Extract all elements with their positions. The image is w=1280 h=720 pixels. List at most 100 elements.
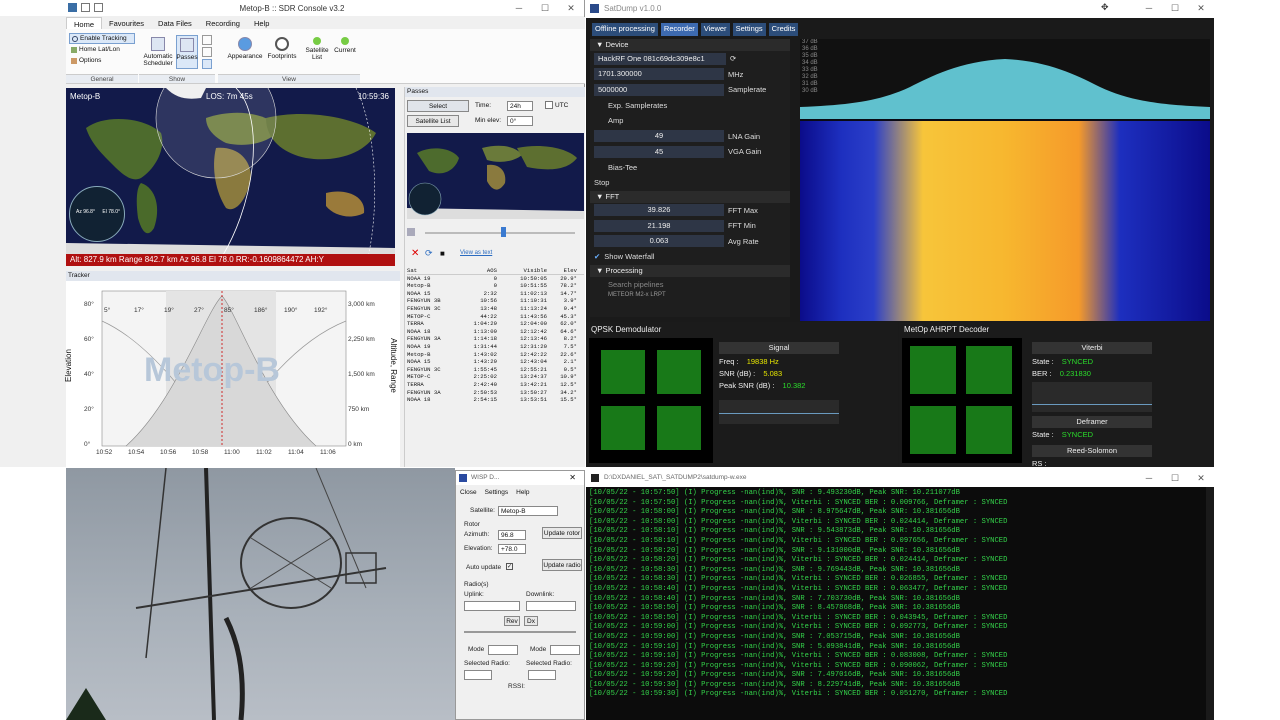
small-toggle-icon[interactable] <box>202 59 212 69</box>
refresh-icon[interactable]: ⟳ <box>425 248 433 259</box>
avg-rate-slider[interactable]: 0.063 <box>594 235 724 248</box>
update-rotor-button[interactable]: Update rotor <box>542 527 582 539</box>
tab-help[interactable]: Help <box>247 17 276 29</box>
processing-header[interactable]: ▼ Processing <box>590 264 790 277</box>
search-pipelines-input[interactable]: Search pipelines <box>590 277 790 293</box>
minimize-button[interactable]: ─ <box>1136 470 1162 486</box>
menu-settings[interactable]: Settings <box>485 489 509 496</box>
footprints-button[interactable]: Footprints <box>266 37 298 60</box>
table-row[interactable]: METOP-C 2:25:02 13:24:37 10.9° <box>407 373 584 381</box>
small-toggle-icon[interactable] <box>202 35 212 45</box>
terminal-output[interactable]: [10/05/22 - 10:57:50] (I) Progress -nan(… <box>586 487 1280 717</box>
close-button[interactable]: ✕ <box>569 473 576 482</box>
minimize-button[interactable]: ─ <box>1136 0 1162 16</box>
close-button[interactable]: ✕ <box>1188 470 1214 486</box>
table-row[interactable]: NOAA 18 2:54:15 13:53:51 15.5° <box>407 396 584 404</box>
small-toggle-icon[interactable] <box>202 47 212 57</box>
table-row[interactable]: NOAA 19 1:31:44 12:31:20 7.5° <box>407 343 584 351</box>
close-button[interactable]: ✕ <box>558 0 584 16</box>
terminal-scrollbar[interactable] <box>1206 487 1214 720</box>
camera-icon[interactable]: ■ <box>440 249 445 258</box>
tab-data-files[interactable]: Data Files <box>151 17 199 29</box>
maximize-button[interactable]: ☐ <box>532 0 558 16</box>
world-map[interactable]: Metop-B LOS: 7m 45s 10:59:36 Az 96.8° El… <box>66 88 395 266</box>
tab-settings[interactable]: Settings <box>732 23 766 36</box>
downlink-input[interactable] <box>526 601 576 611</box>
close-button[interactable]: ✕ <box>1188 0 1214 16</box>
tab-favourites[interactable]: Favourites <box>102 17 151 29</box>
azimuth-input[interactable]: 96.8 <box>498 530 526 540</box>
satellite-input[interactable]: Metop-B <box>498 506 558 516</box>
options-button[interactable]: Options <box>69 55 135 66</box>
pipeline-item[interactable]: METEOR M2-x LRPT <box>590 292 790 298</box>
appearance-button[interactable]: Appearance <box>224 37 266 60</box>
table-row[interactable]: NOAA 15 1:43:29 12:43:04 2.1° <box>407 358 584 366</box>
rev-button[interactable]: Rev <box>504 616 520 626</box>
time-select[interactable]: 24h <box>507 101 533 111</box>
refresh-icon[interactable]: ⟳ <box>730 54 736 63</box>
table-row[interactable]: FENGYUN 3A 1:14:18 12:13:46 8.2° <box>407 335 584 343</box>
tab-home[interactable]: Home <box>66 17 103 29</box>
tab-recorder[interactable]: Recorder <box>660 23 698 36</box>
auto-update-checkbox[interactable]: ✓ <box>506 563 513 570</box>
device-header[interactable]: ▼ Device <box>590 39 790 51</box>
table-row[interactable]: Metop-B 0 10:51:55 78.2° <box>407 282 584 290</box>
table-row[interactable]: NOAA 19 0 10:50:05 29.9° <box>407 275 584 283</box>
menu-close[interactable]: Close <box>460 489 477 496</box>
update-radio-button[interactable]: Update radio <box>542 559 582 571</box>
maximize-button[interactable]: ☐ <box>1162 0 1188 16</box>
table-row[interactable]: Metop-B 1:43:02 12:42:22 22.6° <box>407 351 584 359</box>
table-row[interactable]: NOAA 18 1:13:09 12:12:42 64.6° <box>407 328 584 336</box>
bias-tee-checkbox[interactable]: Bias-Tee <box>590 160 790 176</box>
fft-max-slider[interactable]: 39.826 <box>594 204 724 217</box>
min-elev-select[interactable]: 0° <box>507 116 533 126</box>
utc-checkbox[interactable] <box>545 101 553 109</box>
fft-waterfall[interactable]: 37 dB 36 dB 35 dB 34 dB 33 dB 32 dB 31 dB 30 dB <box>800 39 1210 321</box>
elevation-input[interactable]: +78.0 <box>498 544 526 554</box>
uplink-input[interactable] <box>464 601 520 611</box>
mode-input-left[interactable] <box>488 645 518 655</box>
home-lat-lon-button[interactable]: Home Lat/Lon <box>69 44 135 55</box>
selected-radio-select-left[interactable] <box>464 670 492 680</box>
satellite-list-button[interactable]: Satellite List <box>304 37 330 61</box>
vga-gain-slider[interactable]: 45 <box>594 145 724 158</box>
menu-help[interactable]: Help <box>516 489 529 496</box>
tab-viewer[interactable]: Viewer <box>700 23 730 36</box>
amp-checkbox[interactable]: Amp <box>590 113 790 129</box>
time-slider-track[interactable] <box>425 232 575 234</box>
table-row[interactable]: FENGYUN 3C 1:55:45 12:55:21 0.5° <box>407 366 584 374</box>
selected-radio-select-right[interactable] <box>528 670 556 680</box>
exp-samplerates-checkbox[interactable]: Exp. Samplerates <box>590 98 790 114</box>
dx-button[interactable]: Dx <box>524 616 538 626</box>
lna-gain-slider[interactable]: 49 <box>594 130 724 143</box>
select-button[interactable]: Select <box>407 100 469 112</box>
time-slider-handle[interactable] <box>501 227 506 237</box>
passes-button[interactable]: Passes <box>176 35 198 69</box>
table-row[interactable]: TERRA 2:42:40 13:42:21 12.5° <box>407 381 584 389</box>
maximize-button[interactable]: ☐ <box>1162 470 1188 486</box>
tab-offline-processing[interactable]: Offline processing <box>592 23 658 36</box>
view-as-text-link[interactable]: View as text <box>460 250 492 256</box>
table-row[interactable]: FENGYUN 3B 10:56 11:10:31 3.9° <box>407 297 584 305</box>
frequency-slider[interactable] <box>464 631 576 633</box>
fft-header[interactable]: ▼ FFT <box>590 190 790 203</box>
enable-tracking-button[interactable]: Enable Tracking <box>69 33 135 44</box>
delete-icon[interactable]: ✕ <box>411 248 419 259</box>
frequency-input[interactable]: 1701.300000 <box>594 68 724 81</box>
table-row[interactable]: NOAA 15 2:32 11:02:13 14.7° <box>407 290 584 298</box>
show-waterfall-checkbox[interactable]: ✔ Show Waterfall <box>590 249 790 265</box>
current-button[interactable]: Current <box>332 37 358 54</box>
tab-credits[interactable]: Credits <box>768 23 799 36</box>
automatic-scheduler-button[interactable]: Automatic Scheduler <box>141 37 175 67</box>
fft-min-slider[interactable]: 21.198 <box>594 219 724 232</box>
table-row[interactable]: METOP-C 44:22 11:43:56 45.3° <box>407 313 584 321</box>
minimize-button[interactable]: ─ <box>506 0 532 16</box>
table-row[interactable]: FENGYUN 3A 2:50:53 13:50:27 34.2° <box>407 389 584 397</box>
table-row[interactable]: FENGYUN 3C 13:48 11:13:24 9.4° <box>407 305 584 313</box>
table-row[interactable]: TERRA 1:04:29 12:04:00 62.0° <box>407 320 584 328</box>
tab-recording[interactable]: Recording <box>199 17 247 29</box>
samplerate-select[interactable]: 5000000 <box>594 83 724 96</box>
device-select[interactable]: HackRF One 081c69dc309e8c1 <box>594 52 726 65</box>
satellite-list-button-2[interactable]: Satellite List <box>407 115 459 127</box>
mode-input-right[interactable] <box>550 645 580 655</box>
